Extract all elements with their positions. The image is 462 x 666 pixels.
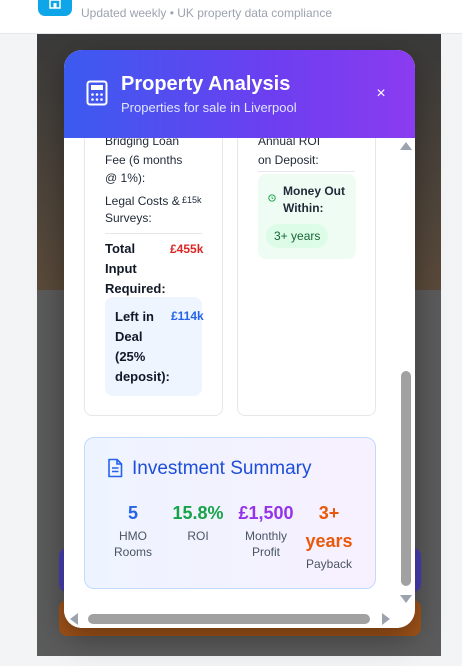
- calculator-icon: [86, 80, 108, 106]
- returns-card: Annual ROI on Deposit: Money Out Within:…: [237, 138, 376, 416]
- app-logo: [38, 0, 72, 16]
- stat-value: £1,500: [238, 503, 294, 523]
- horizontal-scrollbar[interactable]: [64, 610, 399, 628]
- money-out-label-1: Money Out: [283, 184, 345, 198]
- stat-value-unit: years: [305, 531, 353, 551]
- modal-scroll-content[interactable]: Bridging Loan Fee (6 months @ 1%): Legal…: [64, 138, 397, 610]
- left-in-deal-label-3: (25%: [115, 349, 146, 364]
- vertical-scrollbar[interactable]: [399, 138, 413, 608]
- legal-costs-label-2: Surveys:: [105, 211, 152, 225]
- vertical-scroll-thumb[interactable]: [401, 371, 411, 586]
- stat-label: ROI: [187, 529, 209, 543]
- scroll-up-icon[interactable]: [400, 142, 412, 150]
- left-in-deal-label-2: Deal: [115, 329, 143, 344]
- document-icon: [108, 458, 123, 478]
- left-in-deal-label-1: Left in: [115, 309, 154, 324]
- home-icon: [49, 0, 61, 9]
- total-input-label-1: Total: [105, 241, 136, 256]
- total-input-value: £455k: [170, 242, 204, 256]
- annual-roi-label-2: on Deposit:: [258, 153, 319, 167]
- stat-value: 5: [127, 503, 138, 523]
- stat-monthly-profit: £1,500 Monthly Profit: [233, 500, 299, 560]
- close-button[interactable]: ×: [370, 83, 392, 105]
- total-input-label-2: Input: [105, 261, 137, 276]
- stat-value: 3+: [318, 503, 340, 523]
- money-out-box: Money Out Within: 3+ years: [258, 174, 356, 259]
- clock-icon: [268, 194, 276, 202]
- horizontal-scroll-thumb[interactable]: [88, 614, 370, 624]
- left-in-deal-box: Left in Deal (25% deposit): £114k: [105, 297, 204, 396]
- stat-label: Profit: [251, 545, 280, 559]
- modal-header: Property Analysis Properties for sale in…: [64, 50, 415, 138]
- top-bar: Updated weekly • UK property data compli…: [0, 0, 462, 34]
- cost-breakdown-card: Bridging Loan Fee (6 months @ 1%): Legal…: [84, 138, 223, 416]
- modal-title: Property Analysis: [121, 73, 291, 95]
- stat-label: Monthly: [244, 529, 288, 543]
- stat-label: Payback: [305, 557, 353, 571]
- summary-title: Investment Summary: [132, 458, 312, 479]
- property-analysis-modal: Property Analysis Properties for sale in…: [64, 50, 415, 628]
- bridging-fee-label-3: @ 1%):: [105, 171, 146, 185]
- legal-costs-value: £15k: [182, 195, 202, 205]
- stat-payback: 3+ years Payback: [301, 500, 357, 572]
- total-input-label-3: Required:: [105, 281, 166, 296]
- legal-costs-label-1: Legal Costs &: [105, 194, 180, 208]
- money-out-badge: 3+ years: [266, 224, 329, 248]
- divider: [258, 171, 355, 172]
- scroll-right-icon[interactable]: [382, 613, 390, 625]
- bridging-fee-label-1: Bridging Loan: [105, 138, 180, 148]
- stat-label: HMO: [119, 529, 147, 543]
- investment-summary: Investment Summary 5 HMO Rooms 15.8% ROI…: [84, 437, 376, 589]
- stat-value: 15.8%: [172, 503, 224, 523]
- stat-hmo-rooms: 5 HMO Rooms: [107, 500, 159, 560]
- money-out-label-2: Within:: [283, 201, 324, 215]
- stat-label: Rooms: [113, 545, 152, 559]
- bridging-fee-label-2: Fee (6 months: [105, 153, 183, 167]
- stat-roi: 15.8% ROI: [167, 500, 229, 544]
- scroll-down-icon[interactable]: [400, 595, 412, 603]
- left-in-deal-value: £114k: [171, 309, 204, 323]
- left-in-deal-label-4: deposit):: [115, 369, 170, 384]
- divider: [105, 233, 202, 234]
- annual-roi-label-1: Annual ROI: [258, 138, 321, 148]
- tagline: Updated weekly • UK property data compli…: [81, 6, 332, 20]
- scroll-left-icon[interactable]: [70, 613, 78, 625]
- modal-subtitle: Properties for sale in Liverpool: [121, 100, 297, 115]
